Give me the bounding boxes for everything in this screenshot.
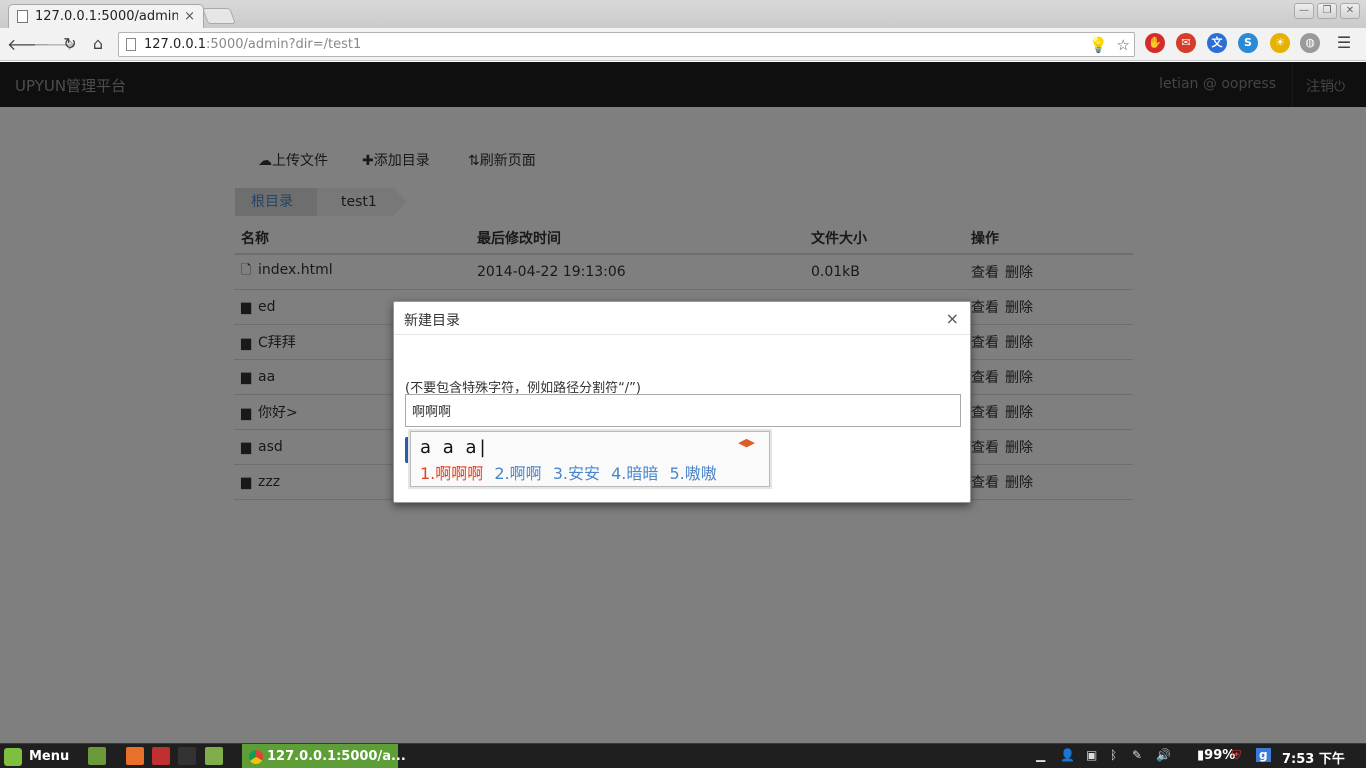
ime-candidate[interactable]: 5.嗷嗷 bbox=[670, 464, 717, 483]
ime-candidate[interactable]: 1.啊啊啊 bbox=[420, 464, 483, 483]
gdrive-icon[interactable]: g bbox=[1256, 748, 1271, 762]
terminal-icon[interactable] bbox=[178, 747, 196, 765]
browser-tab-active[interactable]: 127.0.0.1:5000/admin × bbox=[8, 4, 204, 28]
volume-icon[interactable]: 🔊 bbox=[1156, 748, 1171, 762]
weather-icon[interactable]: ☀ bbox=[1270, 33, 1290, 53]
show-desktop-icon[interactable]: ▁ bbox=[1036, 748, 1045, 762]
desktop-icon[interactable] bbox=[88, 747, 106, 765]
battery-indicator[interactable]: ▮99% bbox=[1197, 748, 1235, 763]
user-icon[interactable]: 👤 bbox=[1060, 748, 1075, 762]
ime-candidate[interactable]: 4.暗暗 bbox=[611, 464, 658, 483]
taskbar-window-chrome[interactable]: 127.0.0.1:5000/a... bbox=[242, 744, 406, 768]
chrome-icon bbox=[249, 749, 263, 764]
firefox-icon[interactable] bbox=[126, 747, 144, 765]
new-tab-button[interactable] bbox=[202, 8, 236, 24]
shield-icon[interactable]: ⛨ bbox=[1232, 748, 1241, 763]
files-icon[interactable] bbox=[205, 747, 223, 765]
bookmark-star-icon[interactable]: ☆ bbox=[1117, 36, 1130, 54]
browser-titlebar: 127.0.0.1:5000/admin × — ❐ ✕ bbox=[0, 0, 1366, 28]
directory-name-input[interactable] bbox=[405, 394, 961, 427]
maximize-button[interactable]: ❐ bbox=[1317, 3, 1337, 19]
close-window-button[interactable]: ✕ bbox=[1340, 3, 1360, 19]
tab-close-icon[interactable]: × bbox=[184, 9, 195, 24]
url-path: :5000/admin?dir=/test1 bbox=[206, 37, 362, 52]
clock[interactable]: 7:53 下午 bbox=[1282, 748, 1345, 767]
page-icon bbox=[17, 10, 28, 23]
address-bar[interactable]: 127.0.0.1:5000/admin?dir=/test1 💡 ☆ bbox=[118, 32, 1135, 57]
ime-candidate[interactable]: 2.啊啊 bbox=[494, 464, 541, 483]
back-icon[interactable]: 🡐 bbox=[7, 34, 50, 54]
ime-composition: a a a| bbox=[420, 437, 489, 458]
translate-icon[interactable]: 文 bbox=[1207, 33, 1227, 53]
url-host: 127.0.0.1 bbox=[144, 37, 207, 52]
dictionary-icon[interactable]: S bbox=[1238, 33, 1258, 53]
app-grid-icon[interactable] bbox=[152, 747, 170, 765]
adblock-icon[interactable]: ✋ bbox=[1145, 33, 1165, 53]
ime-candidate-window: a a a| ◀▶ 1.啊啊啊 2.啊啊 3.安安 4.暗暗 5.嗷嗷 bbox=[410, 431, 770, 487]
mint-logo-icon bbox=[4, 747, 22, 766]
os-taskbar: Menu 127.0.0.1:5000/a... ▁ 👤 ▣ ᛒ ✎ 🔊 ▮99… bbox=[0, 743, 1366, 768]
modal-close-button[interactable]: × bbox=[946, 309, 959, 328]
gmail-icon[interactable]: ✉ bbox=[1176, 33, 1196, 53]
modal-header: 新建目录 × bbox=[394, 302, 970, 335]
chrome-menu-icon[interactable]: ☰ bbox=[1334, 33, 1354, 52]
globe-icon[interactable]: ◍ bbox=[1300, 33, 1320, 53]
home-icon[interactable]: ⌂ bbox=[88, 34, 108, 53]
ime-page-arrows-icon[interactable]: ◀▶ bbox=[738, 436, 755, 449]
lightbulb-icon[interactable]: 💡 bbox=[1089, 36, 1108, 54]
bluetooth-icon[interactable]: ᛒ bbox=[1110, 748, 1117, 762]
ime-candidate[interactable]: 3.安安 bbox=[553, 464, 600, 483]
pen-icon[interactable]: ✎ bbox=[1132, 748, 1142, 762]
minimize-button[interactable]: — bbox=[1294, 3, 1314, 19]
network-icon[interactable]: ▣ bbox=[1086, 748, 1097, 762]
ime-candidates: 1.啊啊啊 2.啊啊 3.安安 4.暗暗 5.嗷嗷 bbox=[420, 460, 723, 484]
browser-toolbar: 🡐 🡒 ↻ ⌂ 127.0.0.1:5000/admin?dir=/test1 … bbox=[0, 28, 1366, 61]
forward-icon[interactable]: 🡒 bbox=[33, 34, 76, 54]
window-controls: — ❐ ✕ bbox=[1294, 3, 1360, 19]
reload-icon[interactable]: ↻ bbox=[60, 34, 80, 53]
modal-title: 新建目录 bbox=[404, 313, 460, 329]
start-menu-button[interactable]: Menu bbox=[4, 746, 69, 767]
tab-title: 127.0.0.1:5000/admin bbox=[35, 9, 179, 24]
page-info-icon[interactable] bbox=[126, 38, 136, 51]
